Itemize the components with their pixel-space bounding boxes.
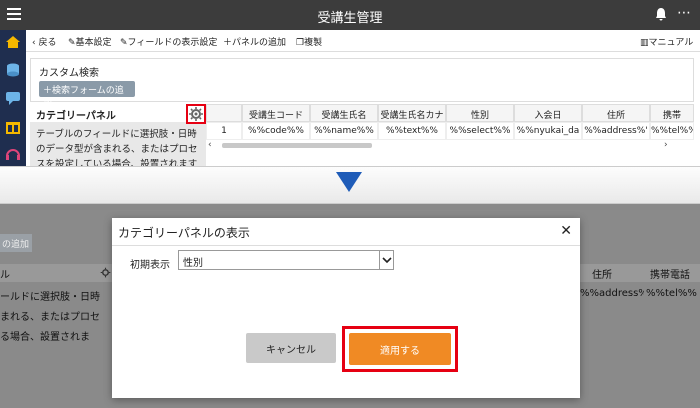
bell-icon[interactable] [655,7,667,21]
category-settings-button[interactable] [186,104,206,124]
dimmed-cell-tel: %%tel%% [646,288,697,299]
grid-cell: 1 [206,122,242,140]
category-panel-header: カテゴリーパネル [30,104,206,124]
headset-icon[interactable] [5,146,21,162]
grid-horizontal-scrollbar[interactable]: ‹ › [206,140,676,150]
close-icon[interactable]: ✕ [560,223,572,239]
chevron-right-icon[interactable]: › [664,140,668,150]
wrench-icon: ✎ [120,38,128,48]
dimmed-header-address: 住所 [592,270,612,281]
more-icon[interactable]: ⋯ [677,5,692,21]
plus-icon: ＋ [223,38,233,48]
copy-icon: ❐ [296,38,305,48]
custom-search-panel: カスタム検索 ＋検索フォームの追加 [30,58,694,109]
gear-icon [100,267,111,278]
app-header: 受講生管理 ⋯ [0,0,700,30]
grid-cell: %%tel%% [650,122,694,140]
initial-display-label: 初期表示 [130,260,170,271]
grid-header[interactable]: 住所 [582,104,650,122]
dimmed-column-label: ル [0,270,10,281]
scrollbar-thumb[interactable] [222,143,372,148]
gear-icon [189,107,203,121]
book-icon: ▥ [640,38,649,48]
grid-header[interactable]: 携帯 [650,104,694,122]
manual-button[interactable]: ▥マニュアル [640,35,693,48]
field-display-settings-button[interactable]: ✎フィールドの表示設定 [120,35,217,48]
grid-header [206,104,242,122]
dimmed-header-tel: 携帯電話 [650,270,690,281]
plus-icon: ＋ [43,86,53,96]
grid-header[interactable]: 受講生コード [242,104,310,122]
copy-button[interactable]: ❐複製 [296,35,322,48]
wrench-icon: ✎ [68,38,76,48]
chat-icon[interactable] [5,90,21,106]
category-panel-title: カテゴリーパネル [36,111,116,122]
dimmed-description-line: る場合、設置されま [0,332,90,343]
dimmed-description-line: まれる、またはプロセ [0,312,100,323]
add-search-form-button-dimmed: の追加 [0,234,32,252]
basic-settings-button[interactable]: ✎基本設定 [68,35,112,48]
sidebar [0,30,26,166]
app-title: 受講生管理 [317,11,383,26]
grid-header[interactable]: 受講生氏名 [310,104,378,122]
home-icon[interactable] [5,34,21,50]
category-description-line: テーブルのフィールドに選択肢・日時 [36,129,197,140]
dialog-header: カテゴリーパネルの表示 ✕ [112,218,580,246]
chevron-down-icon[interactable] [379,251,393,269]
grid-header[interactable]: 入会日 [514,104,582,122]
grid-cell: %%address%' [582,122,650,140]
custom-search-title: カスタム検索 [39,68,99,79]
toolbar: ‹ 戻る ✎基本設定 ✎フィールドの表示設定 ＋パネルの追加 ❐複製 ▥マニュア… [26,30,700,52]
apply-button[interactable]: 適用する [349,333,451,365]
back-button[interactable]: ‹ 戻る [32,35,56,48]
database-icon[interactable] [5,62,21,78]
grid-cell: %%select%% [446,122,514,140]
initial-display-select[interactable]: 性別 [178,250,394,270]
category-description-line: のデータ型が含まれる、またはプロセ [36,144,198,155]
category-description-line: スを設定している場合、設置されます [36,159,198,166]
grid-cell: %%nyukai_da [514,122,582,140]
cancel-button[interactable]: キャンセル [246,333,336,363]
category-panel: カテゴリーパネル テーブルのフィールドに選択肢・日時 のデータ型が含まれる、また… [30,104,206,166]
select-value: 性別 [183,258,203,269]
grid-header[interactable]: 性別 [446,104,514,122]
category-panel-display-dialog: カテゴリーパネルの表示 ✕ 初期表示 性別 キャンセル 適用する [112,218,580,398]
chevron-left-icon[interactable]: ‹ [208,140,212,150]
apply-button-highlight: 適用する [342,326,458,372]
arrow-down-icon [336,172,362,192]
dialog-title: カテゴリーパネルの表示 [118,226,250,240]
add-search-form-button[interactable]: ＋検索フォームの追加 [39,81,135,109]
grid-header[interactable]: 受講生氏名カナ [378,104,446,122]
gift-icon[interactable] [5,118,21,134]
grid-cell: %%text%% [378,122,446,140]
dimmed-cell-address: %%address% [580,288,644,299]
grid-cell: %%name%% [310,122,378,140]
add-panel-button[interactable]: ＋パネルの追加 [223,35,286,48]
dimmed-description-line: ールドに選択肢・日時 [0,292,100,303]
grid-cell: %%code%% [242,122,310,140]
